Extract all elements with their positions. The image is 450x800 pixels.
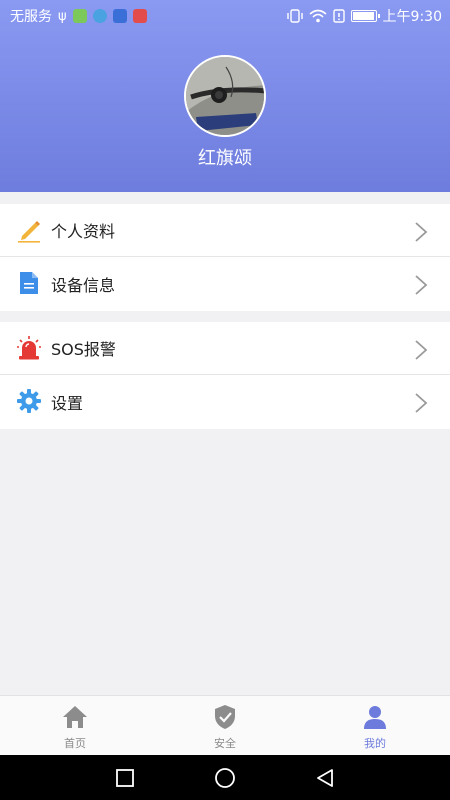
tab-label: 安全 [214, 737, 236, 750]
menu-group-profile: 个人资料 设备信息 [0, 204, 450, 311]
menu-item-settings[interactable]: 设置 [0, 375, 450, 429]
app-notification-icon [92, 9, 107, 23]
chevron-right-icon [415, 393, 428, 413]
home-icon [63, 706, 87, 728]
avatar[interactable] [184, 55, 266, 137]
tab-security[interactable]: 安全 [150, 696, 300, 756]
sim-alert-icon [332, 9, 345, 23]
shield-icon [215, 705, 235, 729]
tab-home[interactable]: 首页 [0, 696, 150, 756]
menu-group-settings: SOS报警 设置 [0, 322, 450, 429]
chevron-right-icon [415, 340, 428, 360]
location-notification-icon [132, 9, 147, 23]
back-button[interactable] [314, 767, 336, 789]
document-icon [20, 272, 38, 294]
user-name: 红旗颂 [198, 148, 252, 169]
usb-icon: ψ [58, 8, 67, 24]
alarm-siren-icon [17, 336, 41, 360]
clock-text: 上午9:30 [382, 9, 442, 25]
app-notification-icon [112, 9, 127, 23]
tab-mine[interactable]: 我的 [300, 696, 450, 756]
bottom-tab-bar: 首页 安全 我的 [0, 695, 450, 755]
profile-header: 无服务 ψ 上午9:30 红旗颂 [0, 0, 450, 192]
menu-item-label: SOS报警 [51, 340, 116, 359]
menu-item-profile[interactable]: 个人资料 [0, 204, 450, 257]
home-button[interactable] [214, 767, 236, 789]
menu-item-label: 设备信息 [51, 276, 116, 295]
menu-item-label: 设置 [51, 394, 84, 413]
battery-icon [350, 10, 380, 22]
person-icon [364, 706, 386, 729]
gear-icon [17, 389, 41, 413]
menu-item-device-info[interactable]: 设备信息 [0, 257, 450, 311]
system-nav-bar [0, 755, 450, 800]
menu-item-sos-alarm[interactable]: SOS报警 [0, 322, 450, 375]
vibrate-icon [286, 9, 303, 23]
app-notification-icon [72, 9, 87, 23]
chevron-right-icon [415, 275, 428, 295]
pencil-icon [18, 221, 40, 243]
menu-item-label: 个人资料 [51, 222, 116, 241]
tab-label: 我的 [364, 737, 386, 750]
status-bar: 无服务 ψ 上午9:30 [0, 0, 450, 32]
avatar-photo [186, 57, 264, 135]
chevron-right-icon [415, 222, 428, 242]
tab-label: 首页 [64, 737, 86, 750]
carrier-text: 无服务 [10, 9, 52, 25]
recent-apps-button[interactable] [114, 767, 136, 789]
wifi-icon [309, 9, 327, 23]
